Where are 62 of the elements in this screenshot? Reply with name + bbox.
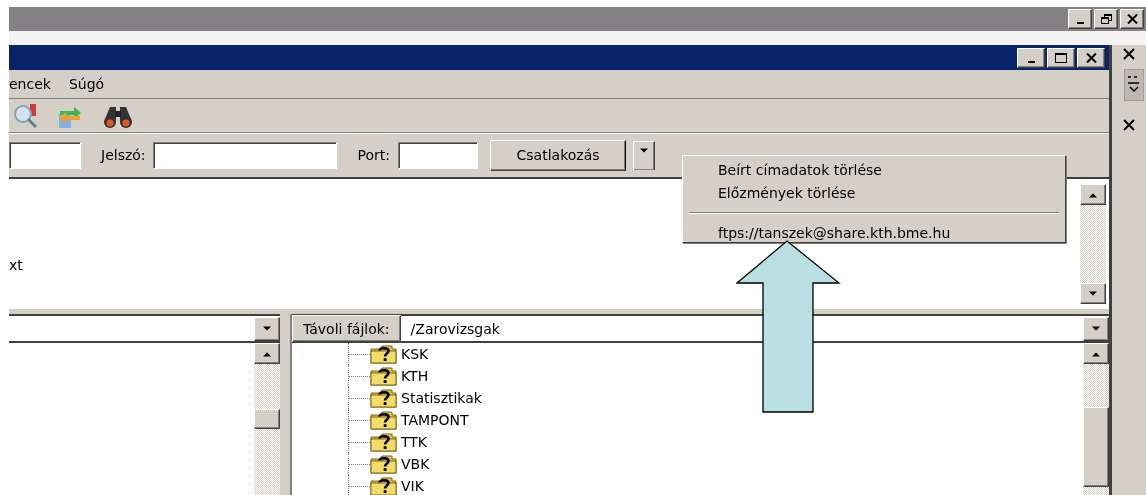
host-field[interactable]: [9, 141, 81, 169]
minimize-button[interactable]: [1068, 9, 1092, 29]
caret-down-icon: [639, 148, 650, 154]
scrollbar[interactable]: [1080, 184, 1106, 304]
scroll-thumb[interactable]: [254, 409, 280, 429]
password-label: Jelszó:: [101, 147, 146, 163]
folder-name[interactable]: TAMPONT: [401, 412, 469, 428]
menu-item[interactable]: Súgó: [68, 76, 105, 92]
caret-down-icon: [262, 325, 272, 332]
port-label: Port:: [357, 147, 391, 163]
connect-button[interactable]: Csatlakozás: [490, 139, 627, 171]
scroll-up-button[interactable]: [254, 343, 280, 364]
folder-question-icon: [370, 366, 398, 386]
caret-up-icon: [1088, 191, 1098, 198]
scroll-up-button[interactable]: [1083, 343, 1109, 364]
remote-files-label: Távoli fájlok:: [292, 315, 401, 342]
close-icon: [1126, 14, 1138, 24]
folder-question-icon: [370, 476, 398, 495]
maximize-icon: [1055, 52, 1067, 63]
folder-name[interactable]: KTH: [401, 368, 429, 384]
folder-question-icon: [370, 344, 398, 364]
dropdown-button[interactable]: [1083, 316, 1109, 341]
folder-question-icon: [370, 388, 398, 408]
folder-question-icon: [370, 454, 398, 474]
scroll-down-button[interactable]: [1080, 283, 1106, 304]
close-icon[interactable]: [1123, 48, 1135, 60]
close-icon[interactable]: [1123, 119, 1135, 131]
scroll-up-button[interactable]: [1080, 184, 1106, 205]
close-button[interactable]: [1120, 9, 1144, 29]
caret-up-icon: [262, 350, 272, 357]
menu-item[interactable]: encek: [9, 76, 51, 92]
menu-item[interactable]: ftps://tanszek@share.kth.bme.hu: [683, 222, 1065, 245]
restore-icon: [1100, 14, 1112, 24]
scrollbar[interactable]: [254, 343, 280, 495]
minimize-icon: [1027, 60, 1035, 63]
caret-up-icon: [1091, 350, 1101, 357]
folder-name[interactable]: VIK: [401, 478, 424, 494]
toolbar-handle-icon[interactable]: [1124, 69, 1144, 101]
port-field[interactable]: [398, 141, 479, 169]
menu-item[interactable]: Előzmények törlése: [683, 182, 1065, 205]
folder-question-icon: [370, 432, 398, 452]
caret-down-icon: [1091, 325, 1101, 332]
maximize-button[interactable]: [1047, 47, 1075, 68]
remote-path-field[interactable]: /Zarovizsgak: [400, 320, 1083, 337]
scroll-thumb[interactable]: [1083, 407, 1109, 487]
folder-question-icon: [370, 410, 398, 430]
folder-name[interactable]: TTK: [401, 434, 428, 450]
close-button[interactable]: [1077, 47, 1105, 68]
dropdown-button[interactable]: [254, 316, 280, 341]
minimize-icon: [1076, 22, 1084, 24]
close-icon: [1085, 52, 1097, 63]
log-line: xt: [9, 257, 24, 273]
scrollbar[interactable]: [1083, 343, 1109, 495]
menu-item[interactable]: Beírt címadatok törlése: [683, 159, 1065, 182]
minimize-button[interactable]: [1017, 47, 1045, 68]
caret-down-icon: [1088, 290, 1098, 297]
folder-name[interactable]: VBK: [401, 456, 430, 472]
history-dropdown-button[interactable]: [633, 141, 656, 170]
password-field[interactable]: [152, 141, 337, 169]
folder-name[interactable]: KSK: [401, 346, 429, 362]
folder-name[interactable]: Statisztikak: [401, 390, 482, 406]
restore-button[interactable]: [1094, 9, 1118, 29]
